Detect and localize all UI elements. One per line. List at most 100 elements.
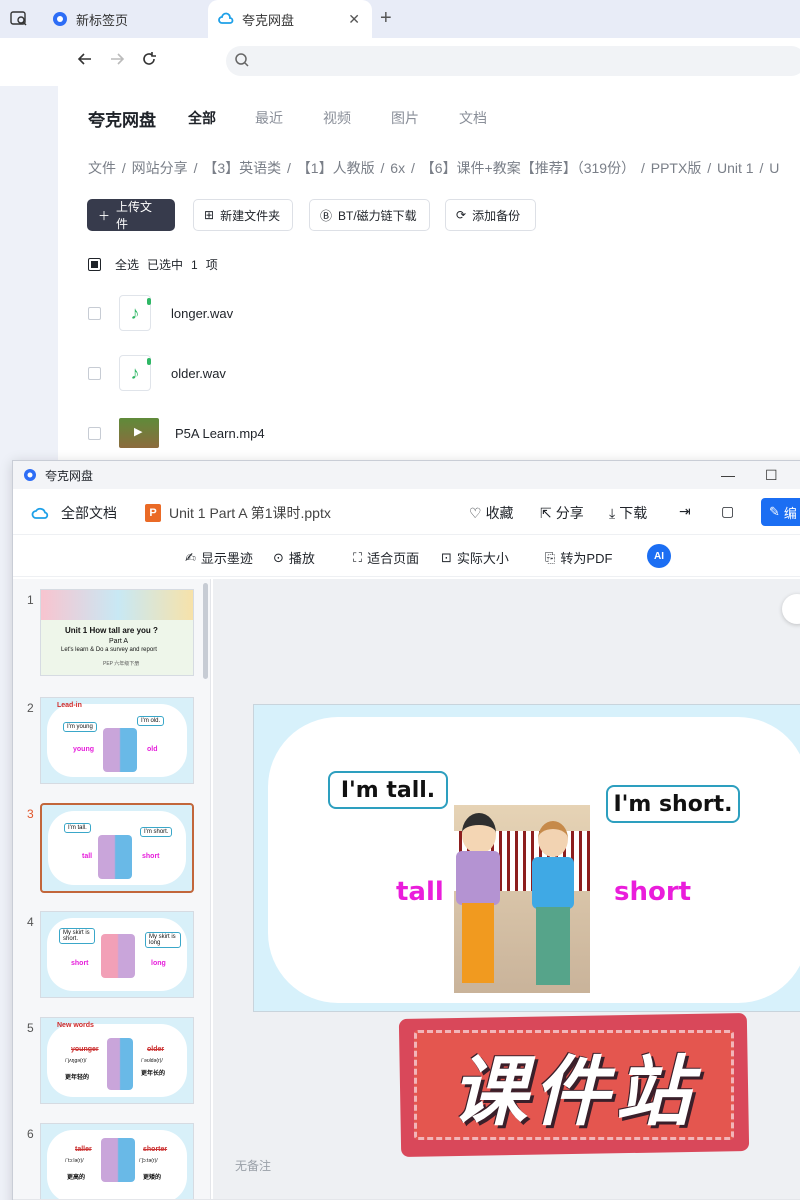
slide-number: 3	[27, 807, 34, 821]
show-ink-button[interactable]: ✍ 显示墨迹	[185, 548, 253, 567]
select-all-label[interactable]: 全选	[115, 256, 139, 273]
slide-number: 2	[27, 701, 34, 715]
breadcrumb-item[interactable]: Unit 1	[717, 160, 754, 176]
slide-thumbnail-5[interactable]: New words younger older /ˈjʌŋɡə(r)/ /ˈəʊ…	[40, 1017, 194, 1104]
ai-assistant-button[interactable]: AI	[647, 544, 671, 568]
fit-page-icon: ⛶	[353, 549, 363, 565]
slide-thumbnail-3[interactable]: I'm tall. I'm short. tall short	[40, 803, 194, 893]
file-checkbox[interactable]	[88, 306, 101, 320]
favorite-button[interactable]: ♡ 收藏	[469, 503, 514, 523]
upload-label: 上传文件	[116, 200, 153, 231]
slide-thumbnail-1[interactable]: Unit 1 How tall are you ? Part A Let's l…	[40, 589, 194, 676]
breadcrumb-item[interactable]: 【3】英语类	[203, 160, 281, 176]
breadcrumb-separator: /	[640, 160, 645, 176]
file-row[interactable]: ♪ longer.wav	[88, 293, 233, 333]
breadcrumb-item[interactable]: 【1】人教版	[297, 160, 375, 176]
thumb-chinese: 更高的	[67, 1175, 86, 1181]
slide-thumbnail-4[interactable]: My skirt is short. My skirt is long shor…	[40, 911, 194, 998]
breadcrumb-item[interactable]: 网站分享	[132, 160, 188, 176]
comment-icon[interactable]: ▢	[721, 503, 734, 520]
nav-video[interactable]: 视频	[323, 108, 351, 128]
slide-thumbnail-panel: 1 Unit 1 How tall are you ? Part A Let's…	[13, 579, 211, 1199]
thumb-title: Unit 1 How tall are you ?	[65, 626, 158, 635]
play-button[interactable]: ⊙ 播放	[273, 548, 315, 567]
maximize-icon[interactable]: ☐	[765, 467, 778, 484]
file-name[interactable]: older.wav	[171, 366, 226, 381]
add-backup-button[interactable]: ⟳ 添加备份	[445, 199, 536, 231]
nav-recent[interactable]: 最近	[255, 108, 283, 128]
viewer-header: 全部文档 P Unit 1 Part A 第1课时.pptx ♡ 收藏 ⇱ 分享…	[13, 489, 800, 535]
slide-word-left: tall	[396, 877, 444, 907]
breadcrumb-item[interactable]: PPTX版	[651, 160, 702, 176]
bt-label: BT/磁力链下载	[338, 208, 417, 223]
breadcrumb-item[interactable]: 文件	[88, 160, 116, 176]
tab-new-tab-page[interactable]: 新标签页	[44, 0, 204, 38]
breadcrumb-item[interactable]: 【6】课件+教案【推荐】（319份）	[421, 160, 635, 176]
breadcrumb-item[interactable]: 6x	[390, 160, 405, 176]
file-name[interactable]: longer.wav	[171, 306, 233, 321]
forward-arrow-icon[interactable]	[108, 50, 126, 68]
file-checkbox[interactable]	[88, 426, 101, 440]
bt-download-button[interactable]: Ⓑ BT/磁力链下载	[309, 199, 430, 231]
tab-search-icon[interactable]	[8, 8, 30, 30]
thumb-footer: PEP 六年级下册	[103, 661, 140, 667]
viewer-title-bar: 夸克网盘 — ☐	[13, 461, 800, 489]
audio-file-icon: ♪	[119, 295, 151, 331]
file-checkbox[interactable]	[88, 366, 101, 380]
thumb-illustration	[101, 934, 135, 978]
browser-tab-bar: 新标签页 夸克网盘 ✕ +	[0, 0, 800, 38]
pdf-convert-icon: ⎘	[545, 549, 556, 565]
actual-size-button[interactable]: ⊡ 实际大小	[441, 548, 509, 567]
folder-plus-icon: ⊞	[204, 208, 215, 222]
show-ink-label: 显示墨迹	[200, 551, 253, 566]
share-button[interactable]: ⇱ 分享	[540, 503, 584, 523]
nav-all[interactable]: 全部	[188, 108, 216, 128]
file-row[interactable]: P5A Learn.mp4	[88, 413, 265, 453]
to-pdf-button[interactable]: ⎘ 转为PDF	[545, 548, 612, 567]
new-folder-label: 新建文件夹	[220, 208, 281, 223]
address-bar[interactable]	[226, 46, 800, 76]
all-docs-button[interactable]: 全部文档	[31, 503, 117, 523]
breadcrumb: 文件 / 网站分享 / 【3】英语类 / 【1】人教版 / 6x / 【6】课件…	[88, 158, 781, 178]
cloud-drive-icon	[31, 507, 49, 519]
nav-image[interactable]: 图片	[391, 108, 419, 128]
thumb-word: young	[73, 746, 94, 753]
breadcrumb-item[interactable]: U	[769, 160, 779, 176]
select-all-checkbox[interactable]	[88, 258, 101, 271]
file-row[interactable]: ♪ older.wav	[88, 353, 226, 393]
viewer-toolbar: ✍ 显示墨迹 ⊙ 播放 ⛶ 适合页面 ⊡ 实际大小 ⎘ 转为PDF AI	[13, 535, 800, 577]
slide-thumbnail-6[interactable]: taller shorter /ˈtɔːlə(r)/ /ˈʃɔːtə(r)/ 更…	[40, 1123, 194, 1199]
file-name[interactable]: P5A Learn.mp4	[175, 426, 265, 441]
upload-button[interactable]: ＋ 上传文件	[87, 199, 175, 231]
new-tab-button[interactable]: +	[380, 8, 392, 28]
minimize-icon[interactable]: —	[721, 467, 735, 483]
nav-docs[interactable]: 文档	[459, 108, 487, 128]
tall-boy-body	[456, 851, 500, 905]
new-folder-button[interactable]: ⊞ 新建文件夹	[193, 199, 293, 231]
slide-banner	[41, 590, 193, 620]
export-icon[interactable]: ⇥	[679, 503, 691, 520]
plus-icon: ＋	[98, 208, 111, 223]
reload-icon[interactable]	[140, 50, 158, 68]
breadcrumb-separator: /	[707, 160, 712, 176]
fit-page-button[interactable]: ⛶ 适合页面	[353, 548, 419, 567]
thumb-word: short	[71, 960, 89, 967]
tall-boy-legs	[462, 903, 494, 983]
slide-word-right: short	[614, 877, 692, 907]
thumb-header: New words	[57, 1022, 94, 1029]
slide-thumbnail-2[interactable]: Lead-in I'm young I'm old. young old	[40, 697, 194, 784]
thumb-subtitle-2: Let's learn & Do a survey and report	[61, 647, 157, 653]
pan-page: 夸克网盘 全部 最近 视频 图片 文档 文件 / 网站分享 / 【3】英语类 /…	[58, 86, 800, 466]
speaker-notes[interactable]: 无备注	[235, 1157, 271, 1174]
close-tab-icon[interactable]: ✕	[348, 11, 360, 28]
watermark-stamp: 课件站	[414, 1030, 734, 1140]
tab-quark-pan[interactable]: 夸克网盘 ✕	[208, 0, 372, 38]
thumbnail-scrollbar[interactable]	[203, 583, 208, 679]
back-arrow-icon[interactable]	[76, 50, 94, 68]
slide-number: 6	[27, 1127, 34, 1141]
edit-button[interactable]: ✎ 编	[761, 498, 800, 526]
pencil-icon: ✎	[769, 504, 780, 519]
short-boy-body	[532, 857, 574, 909]
download-button[interactable]: ⤓ 下载	[609, 503, 647, 523]
thumb-phonetic: /ˈtɔːlə(r)/	[65, 1158, 84, 1164]
